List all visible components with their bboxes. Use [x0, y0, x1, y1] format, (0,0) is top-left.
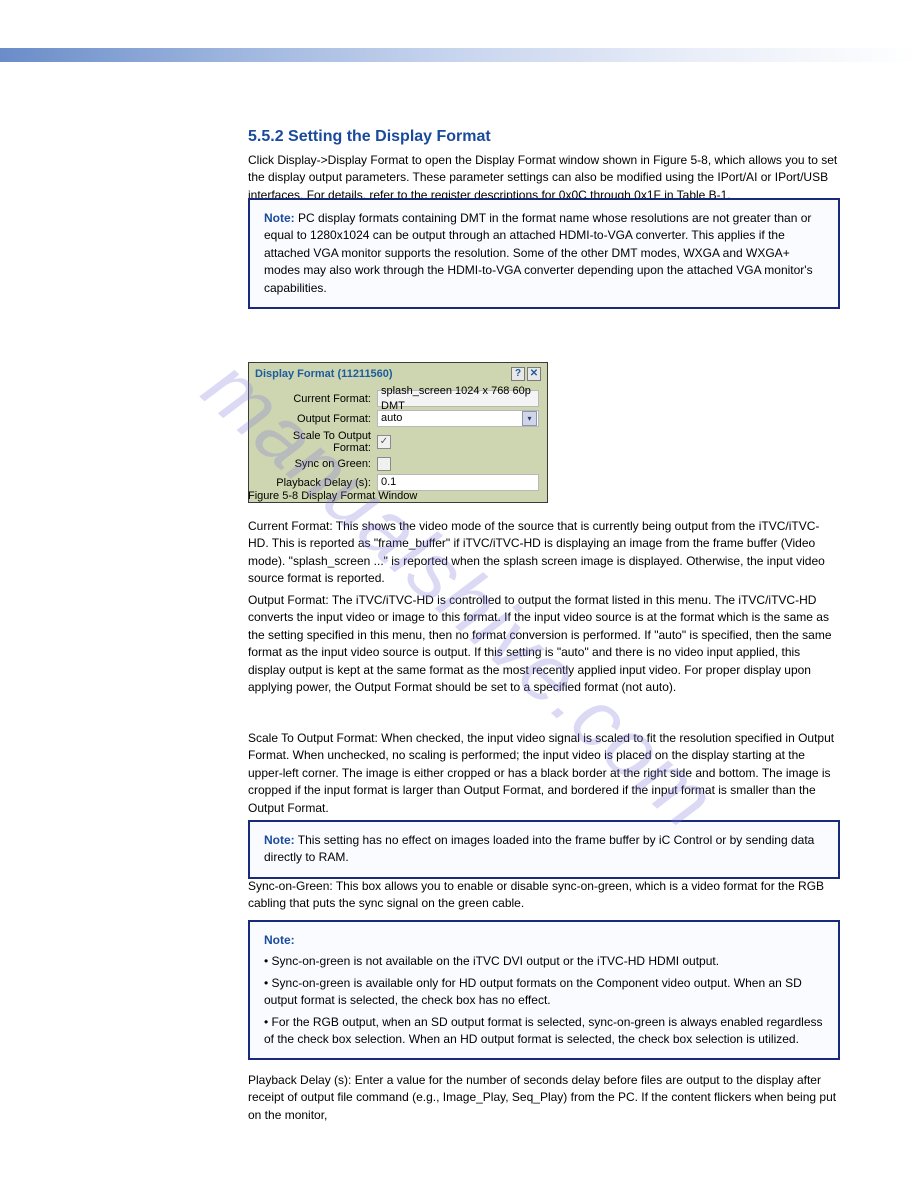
figure-caption: Figure 5-8 Display Format Window	[248, 490, 417, 502]
dialog-titlebar: Display Format (11211560) ? ✕	[251, 365, 545, 383]
dialog-body: Current Format: splash_screen 1024 x 768…	[251, 383, 545, 500]
paragraph-intro: Click Display->Display Format to open th…	[248, 152, 840, 204]
label-playback-delay: Playback Delay (s):	[257, 477, 377, 489]
input-playback-delay[interactable]: 0.1	[377, 474, 539, 491]
help-icon[interactable]: ?	[511, 367, 525, 381]
dropdown-output-format[interactable]: auto ▾	[377, 410, 539, 427]
note-label-2: Note:	[264, 833, 295, 847]
checkbox-sync-green[interactable]	[377, 457, 391, 471]
row-sync-green: Sync on Green:	[257, 457, 539, 471]
paragraph-sync-green: Sync-on-Green: This box allows you to en…	[248, 878, 840, 913]
dialog-title-text: Display Format (11211560)	[255, 368, 509, 380]
note3-item-3: • For the RGB output, when an SD output …	[264, 1014, 824, 1049]
chevron-down-icon: ▾	[522, 411, 537, 426]
checkbox-scale[interactable]: ✓	[377, 435, 391, 449]
label-sync-green: Sync on Green:	[257, 458, 377, 470]
row-playback-delay: Playback Delay (s): 0.1	[257, 474, 539, 491]
note-label-3: Note:	[264, 933, 295, 947]
note-label: Note:	[264, 211, 295, 225]
row-scale: Scale To Output Format: ✓	[257, 430, 539, 454]
note3-item-1: • Sync-on-green is not available on the …	[264, 953, 824, 970]
field-current-format: splash_screen 1024 x 768 60p DMT	[377, 390, 539, 407]
note-body: PC display formats containing DMT in the…	[264, 211, 813, 295]
row-current-format: Current Format: splash_screen 1024 x 768…	[257, 390, 539, 407]
paragraph-output-format: Output Format: The iTVC/iTVC-HD is contr…	[248, 592, 840, 696]
section-heading: 5.5.2 Setting the Display Format	[248, 128, 491, 146]
close-icon[interactable]: ✕	[527, 367, 541, 381]
note3-item-2: • Sync-on-green is available only for HD…	[264, 975, 824, 1010]
row-output-format: Output Format: auto ▾	[257, 410, 539, 427]
dropdown-value: auto	[381, 411, 402, 426]
note-box-1: Note: PC display formats containing DMT …	[248, 198, 840, 309]
note-box-2: Note: This setting has no effect on imag…	[248, 820, 840, 879]
display-format-dialog: Display Format (11211560) ? ✕ Current Fo…	[248, 362, 548, 503]
paragraph-scale: Scale To Output Format: When checked, th…	[248, 730, 840, 817]
note-body-2: This setting has no effect on images loa…	[264, 833, 814, 864]
label-current-format: Current Format:	[257, 393, 377, 405]
label-scale: Scale To Output Format:	[257, 430, 377, 454]
note-box-3: Note: • Sync-on-green is not available o…	[248, 920, 840, 1060]
label-output-format: Output Format:	[257, 413, 377, 425]
top-gradient-bar	[0, 48, 918, 62]
paragraph-current-format: Current Format: This shows the video mod…	[248, 518, 840, 588]
paragraph-playback-delay: Playback Delay (s): Enter a value for th…	[248, 1072, 840, 1124]
